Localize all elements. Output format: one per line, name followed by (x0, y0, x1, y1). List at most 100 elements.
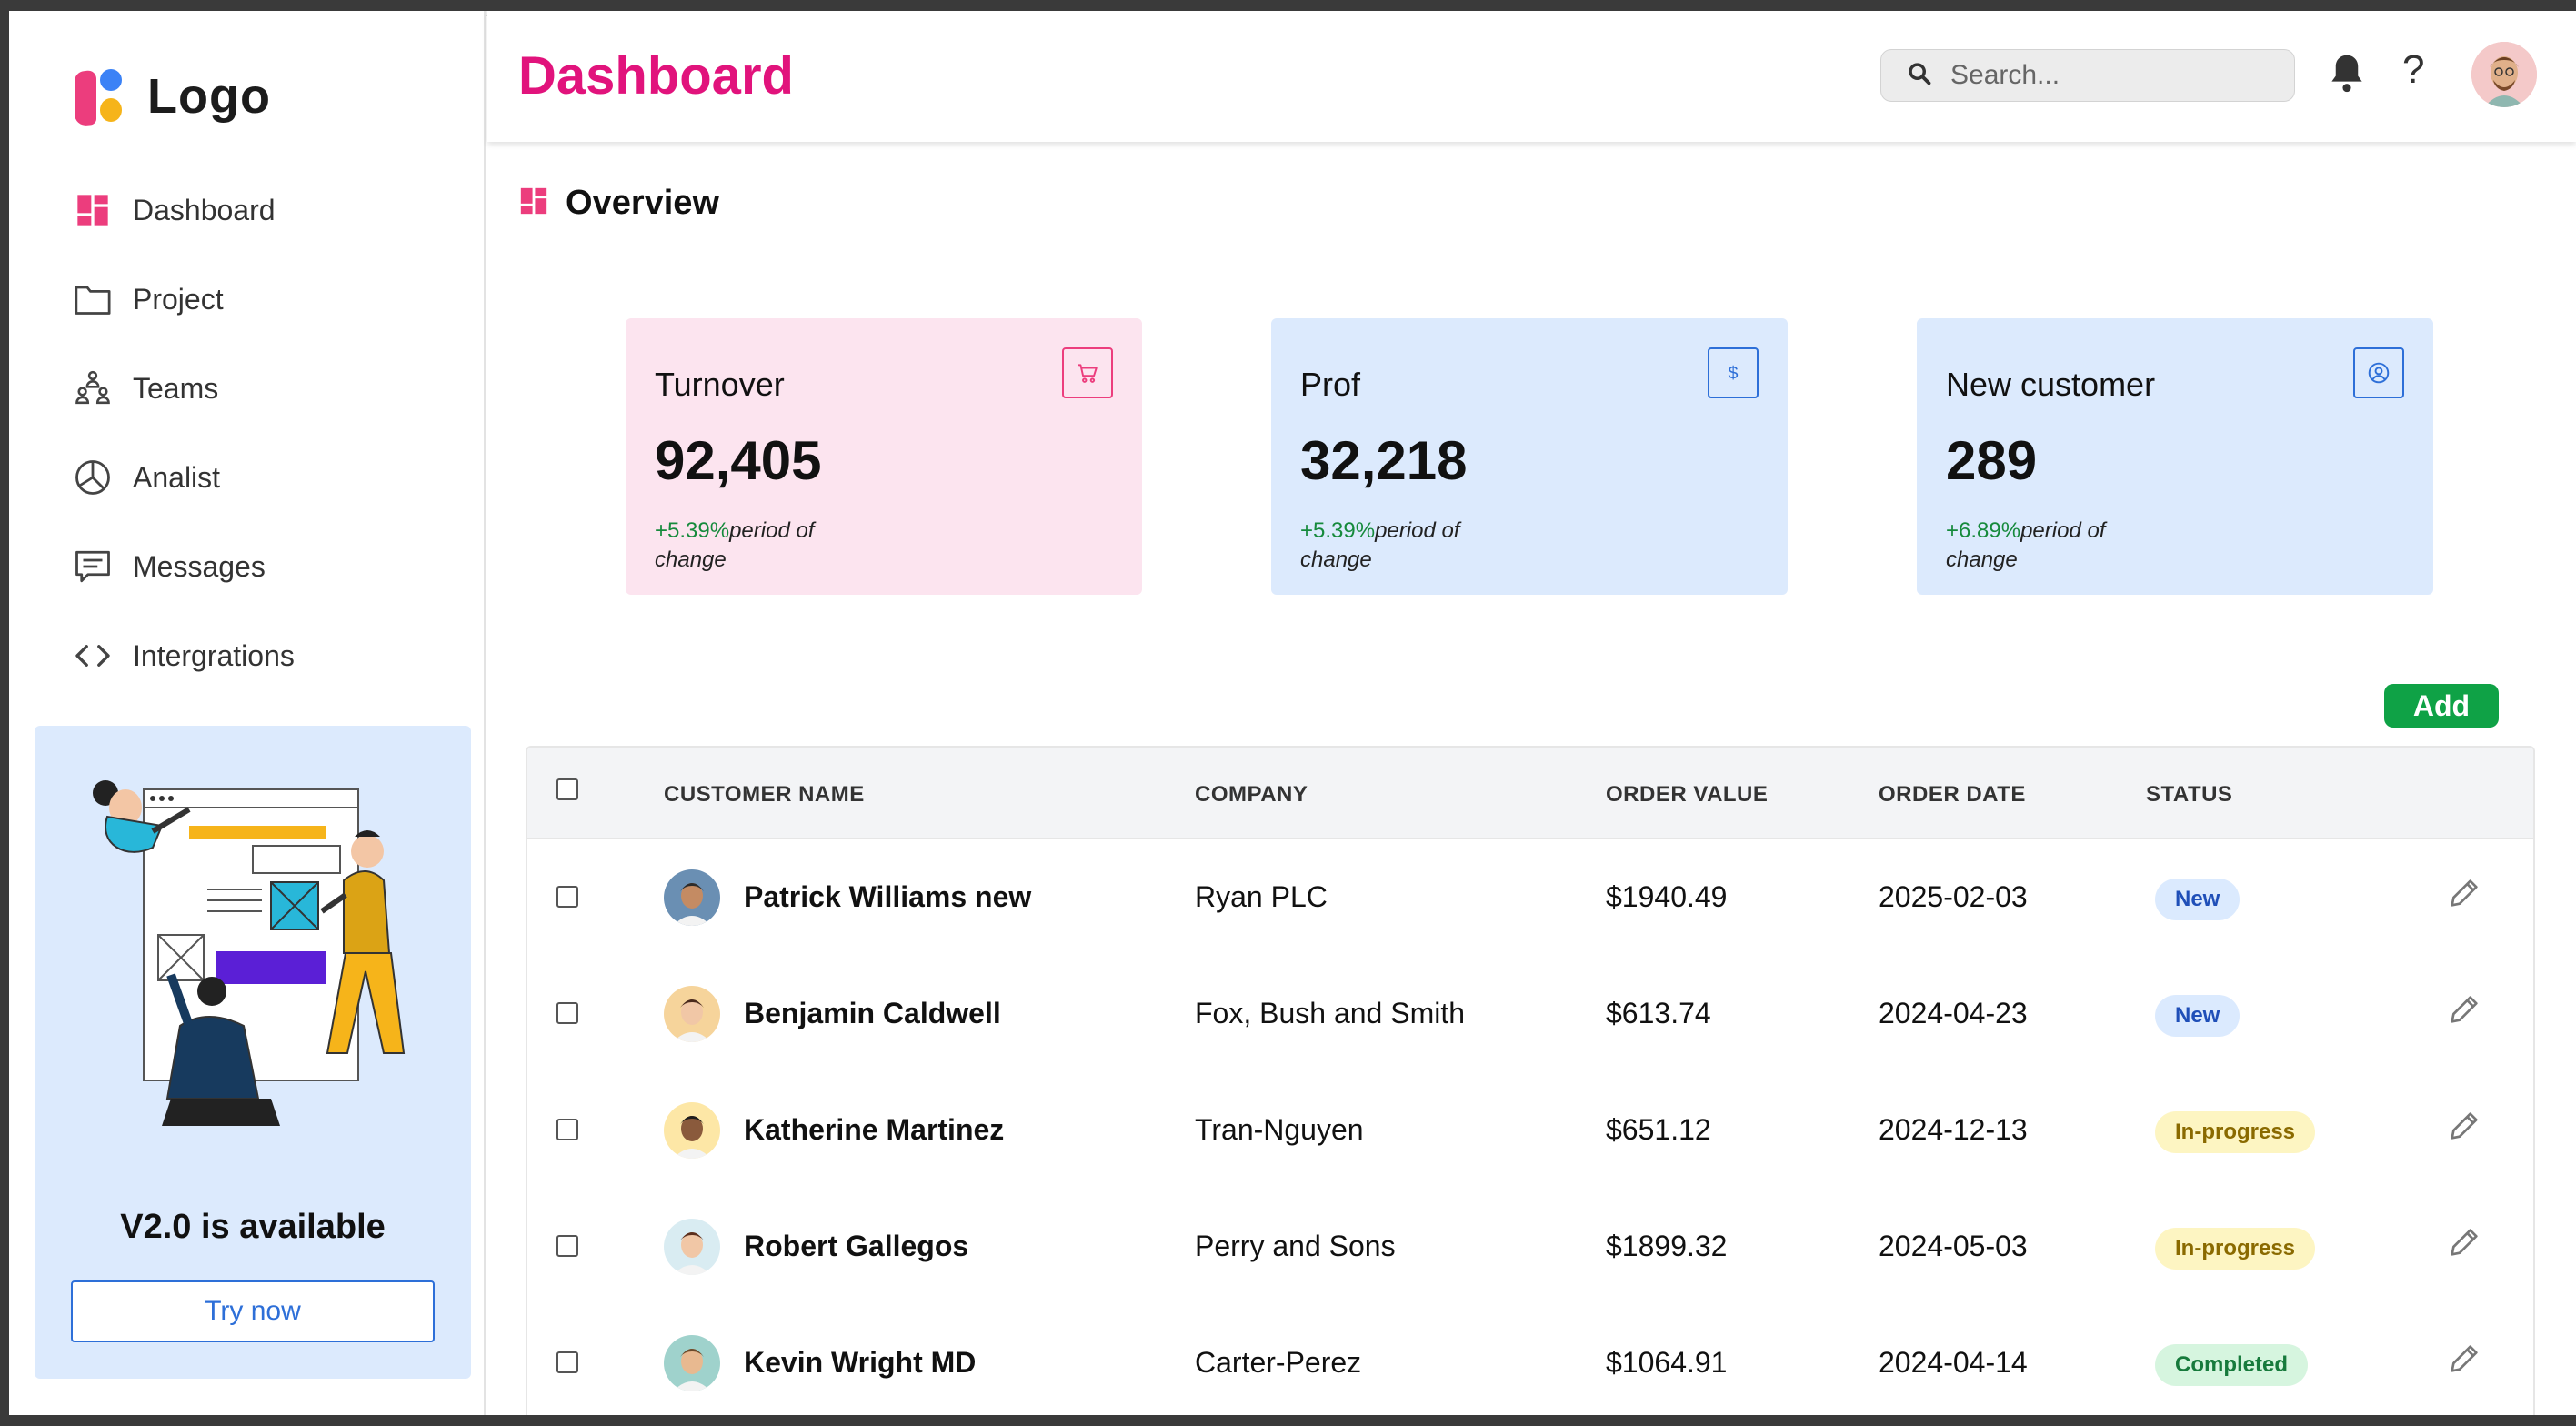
customer-name: Kevin Wright MD (744, 1346, 977, 1379)
customer-avatar (664, 1335, 720, 1391)
bell-icon[interactable] (2328, 51, 2366, 99)
sidebar: Logo Dashboard Project Teams Analist Mes… (9, 11, 486, 1415)
logo[interactable]: Logo (73, 65, 271, 127)
search-box[interactable] (1880, 49, 2295, 102)
card-title: New customer (1946, 366, 2156, 403)
overview-heading: Overview (518, 184, 719, 223)
edit-icon[interactable] (2446, 991, 2482, 1032)
card-title: Turnover (655, 366, 785, 403)
change-percent: +5.39% (655, 518, 730, 543)
sidebar-item-teams[interactable]: Teams (73, 344, 295, 433)
column-header[interactable]: CUSTOMER NAME (664, 782, 865, 808)
row-checkbox[interactable] (556, 1119, 578, 1140)
status-badge: In-progress (2155, 1228, 2316, 1270)
edit-icon[interactable] (2446, 1341, 2482, 1381)
card-change: +6.89%period of change (1946, 517, 2128, 575)
search-input[interactable] (1950, 60, 2278, 91)
card-value: 92,405 (655, 430, 822, 491)
row-checkbox[interactable] (556, 1002, 578, 1024)
order-date-cell: 2024-12-13 (1879, 1113, 2028, 1146)
change-percent: +5.39% (1300, 518, 1376, 543)
customer-avatar (664, 1219, 720, 1275)
company-cell: Perry and Sons (1195, 1230, 1396, 1262)
code-icon (73, 636, 113, 676)
row-checkbox[interactable] (556, 1235, 578, 1257)
promo-card: V2.0 is available Try now (35, 726, 471, 1379)
status-badge: New (2155, 879, 2240, 920)
change-percent: +6.89% (1946, 518, 2021, 543)
customer-name: Patrick Williams new (744, 880, 1032, 913)
teams-icon (73, 368, 113, 408)
promo-title: V2.0 is available (120, 1208, 386, 1246)
sidebar-item-project[interactable]: Project (73, 255, 295, 344)
help-icon[interactable]: ? (2402, 47, 2424, 93)
sidebar-item-label: Teams (133, 371, 219, 405)
customer-name: Benjamin Caldwell (744, 997, 1001, 1029)
edit-icon[interactable] (2446, 1108, 2482, 1149)
order-date-cell: 2024-04-14 (1879, 1346, 2028, 1379)
user-circle-icon[interactable] (2353, 347, 2404, 398)
column-header[interactable]: STATUS (2146, 782, 2232, 808)
promo-illustration (62, 753, 444, 1167)
card-value: 289 (1946, 430, 2038, 491)
overview-title: Overview (566, 184, 719, 222)
page-title: Dashboard (518, 46, 794, 105)
dashboard-icon (73, 190, 113, 230)
search-icon (1907, 61, 1932, 91)
table-row[interactable]: Robert Gallegos Perry and Sons $1899.32 … (527, 1188, 2533, 1304)
row-checkbox[interactable] (556, 1351, 578, 1373)
order-value-cell: $1940.49 (1606, 880, 1728, 913)
company-cell: Tran-Nguyen (1195, 1113, 1364, 1146)
order-value-cell: $1064.91 (1606, 1346, 1728, 1379)
card-value: 32,218 (1300, 430, 1468, 491)
pie-chart-icon (73, 457, 113, 497)
sidebar-item-dashboard[interactable]: Dashboard (73, 166, 295, 255)
dollar-icon[interactable]: $ (1708, 347, 1759, 398)
order-value-cell: $1899.32 (1606, 1230, 1728, 1262)
select-all-checkbox[interactable] (556, 778, 578, 800)
column-header[interactable]: ORDER VALUE (1606, 782, 1768, 808)
column-header[interactable]: COMPANY (1195, 782, 1308, 808)
stat-card-prof: Prof 32,218 +5.39%period of change $ (1271, 318, 1788, 595)
order-date-cell: 2025-02-03 (1879, 880, 2028, 913)
sidebar-item-label: Analist (133, 460, 221, 494)
edit-icon[interactable] (2446, 1224, 2482, 1265)
folder-icon (73, 279, 113, 319)
order-value-cell: $613.74 (1606, 997, 1711, 1029)
user-avatar[interactable] (2471, 42, 2537, 107)
customer-avatar (664, 986, 720, 1042)
sidebar-item-messages[interactable]: Messages (73, 522, 295, 611)
edit-icon[interactable] (2446, 875, 2482, 916)
sidebar-item-analist[interactable]: Analist (73, 433, 295, 522)
table-row[interactable]: Kevin Wright MD Carter-Perez $1064.91 20… (527, 1304, 2533, 1415)
cart-icon[interactable] (1062, 347, 1113, 398)
company-cell: Fox, Bush and Smith (1195, 997, 1466, 1029)
customer-name: Katherine Martinez (744, 1113, 1005, 1146)
sidebar-item-label: Messages (133, 549, 266, 583)
column-header[interactable]: ORDER DATE (1879, 782, 2026, 808)
card-title: Prof (1300, 366, 1361, 403)
company-cell: Ryan PLC (1195, 880, 1328, 913)
top-header: Dashboard ? (487, 11, 2576, 142)
row-checkbox[interactable] (556, 886, 578, 908)
status-badge: New (2155, 995, 2240, 1037)
sidebar-item-label: Dashboard (133, 193, 276, 226)
table-row[interactable]: Katherine Martinez Tran-Nguyen $651.12 2… (527, 1071, 2533, 1188)
stat-card-turnover: Turnover 92,405 +5.39%period of change (626, 318, 1142, 595)
table-row[interactable]: Patrick Williams new Ryan PLC $1940.49 2… (527, 839, 2533, 955)
try-now-button[interactable]: Try now (71, 1280, 435, 1342)
company-cell: Carter-Perez (1195, 1346, 1362, 1379)
card-change: +5.39%period of change (655, 517, 837, 575)
order-date-cell: 2024-05-03 (1879, 1230, 2028, 1262)
orders-table: CUSTOMER NAME COMPANY ORDER VALUE ORDER … (526, 746, 2535, 1415)
customer-avatar (664, 1102, 720, 1159)
dashboard-icon (518, 186, 549, 221)
svg-text:$: $ (1729, 364, 1739, 384)
customer-name: Robert Gallegos (744, 1230, 969, 1262)
sidebar-item-intergrations[interactable]: Intergrations (73, 611, 295, 700)
add-button[interactable]: Add (2384, 684, 2499, 728)
sidebar-item-label: Project (133, 282, 224, 316)
sidebar-nav: Dashboard Project Teams Analist Messages… (73, 166, 295, 700)
logo-text: Logo (147, 69, 271, 124)
table-row[interactable]: Benjamin Caldwell Fox, Bush and Smith $6… (527, 955, 2533, 1071)
